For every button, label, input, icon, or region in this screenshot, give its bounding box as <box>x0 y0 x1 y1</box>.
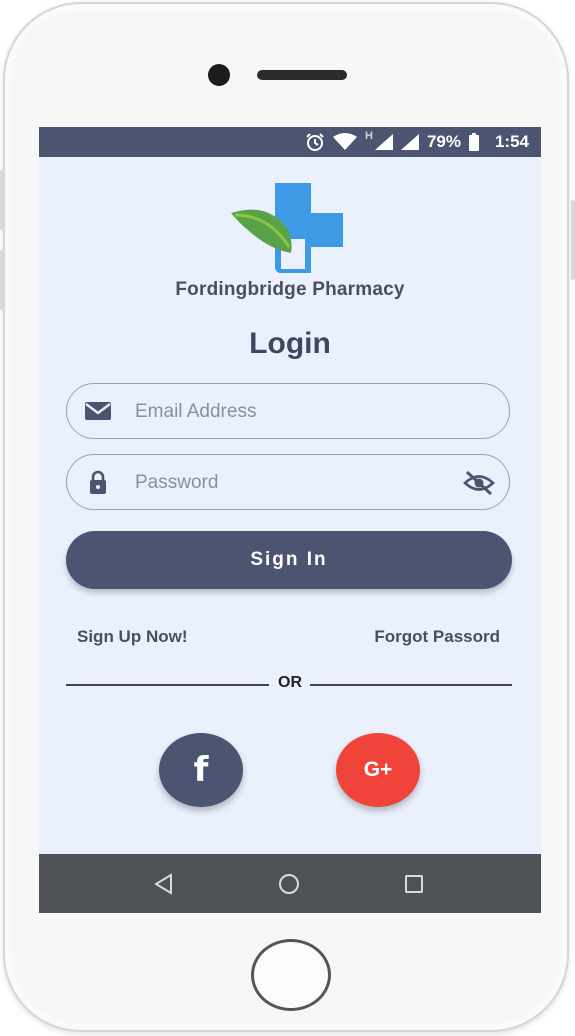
divider-right <box>310 684 512 686</box>
signal-icon <box>374 134 393 150</box>
square-recent-icon[interactable] <box>401 871 427 897</box>
eye-off-icon[interactable] <box>463 470 495 496</box>
password-input[interactable] <box>133 467 457 499</box>
signal-icon <box>400 134 419 150</box>
google-login-button[interactable]: G+ <box>336 733 420 807</box>
phone-side-button <box>0 250 4 310</box>
phone-side-button <box>571 200 575 280</box>
page-title: Login <box>249 327 331 360</box>
clock-time: 1:54 <box>494 132 529 151</box>
facebook-login-button[interactable]: f <box>159 733 243 807</box>
facebook-icon: f <box>193 750 209 790</box>
alarm-icon <box>305 132 325 152</box>
front-camera <box>208 64 230 86</box>
pharmacy-logo <box>229 179 349 277</box>
hardware-home-button[interactable] <box>251 939 331 1011</box>
network-type-label: H <box>364 130 373 142</box>
divider-left <box>66 684 269 686</box>
android-nav-bar <box>39 854 541 913</box>
circle-home-icon[interactable] <box>276 871 302 897</box>
earpiece-speaker <box>257 70 347 80</box>
status-bar: H 79% 1:54 <box>39 127 541 157</box>
lock-icon <box>83 469 113 495</box>
sign-in-button[interactable]: Sign In <box>66 531 512 589</box>
google-plus-icon: G+ <box>363 758 393 781</box>
forgot-password-link[interactable]: Forgot Passord <box>374 627 500 647</box>
battery-icon <box>468 133 479 151</box>
battery-percent: 79% <box>426 132 461 151</box>
triangle-back-icon[interactable] <box>151 871 177 897</box>
envelope-icon <box>83 398 113 424</box>
brand-name: Fordingbridge Pharmacy <box>175 279 405 300</box>
password-field[interactable] <box>66 454 510 510</box>
email-input[interactable] <box>133 396 457 428</box>
sign-up-link[interactable]: Sign Up Now! <box>77 627 187 647</box>
phone-side-button <box>0 170 4 230</box>
or-label: OR <box>278 674 302 691</box>
email-field[interactable] <box>66 383 510 439</box>
wifi-icon <box>332 133 357 151</box>
app-screen: H 79% 1:54 Fordingbridge Pharmacy Login <box>39 127 541 913</box>
